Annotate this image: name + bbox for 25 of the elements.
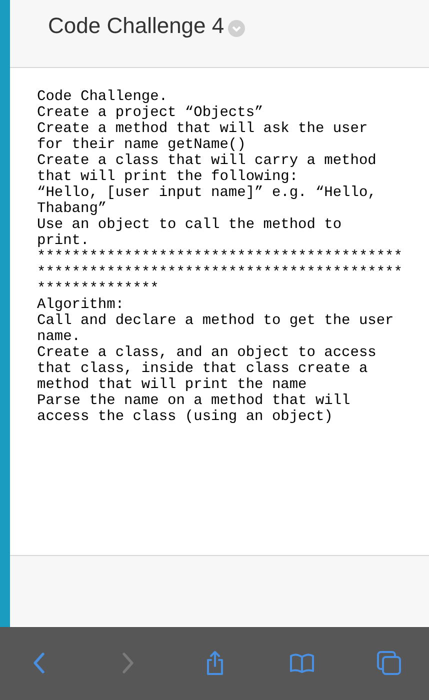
text-line: Thabang” xyxy=(37,201,108,217)
page-title: Code Challenge 4 xyxy=(48,12,224,40)
text-line: for their name getName() xyxy=(37,137,247,153)
text-line: Create a class, and an object to access xyxy=(37,345,378,361)
text-line: print. xyxy=(37,233,90,249)
text-line: “Hello, [user input name]” e.g. “Hello, xyxy=(37,185,378,201)
text-line: Parse the name on a method that will xyxy=(37,393,352,409)
text-line: Algorithm: xyxy=(37,297,126,313)
text-line: Create a method that will ask the user xyxy=(37,121,369,137)
chevron-down-circle-icon[interactable] xyxy=(228,20,246,37)
text-line: Create a project “Objects” xyxy=(37,105,264,121)
text-line: ************** xyxy=(37,281,160,297)
text-line: Use an object to call the method to xyxy=(37,217,343,233)
text-line: Call and declare a method to get the user xyxy=(37,313,395,329)
text-line: Code Challenge. xyxy=(37,89,169,105)
tabs-button[interactable] xyxy=(375,649,403,677)
tabs-icon xyxy=(375,649,403,677)
text-line: that class, inside that class create a xyxy=(37,361,369,377)
text-line: Create a class that will carry a method xyxy=(37,153,378,169)
text-line: name. xyxy=(37,329,82,345)
text-line: ****************************************** xyxy=(37,265,404,281)
text-line: that will print the following: xyxy=(37,169,300,185)
text-line: method that will print the name xyxy=(37,377,308,393)
text-line: access the class (using an object) xyxy=(37,409,334,425)
text-line: ****************************************** xyxy=(37,249,404,265)
